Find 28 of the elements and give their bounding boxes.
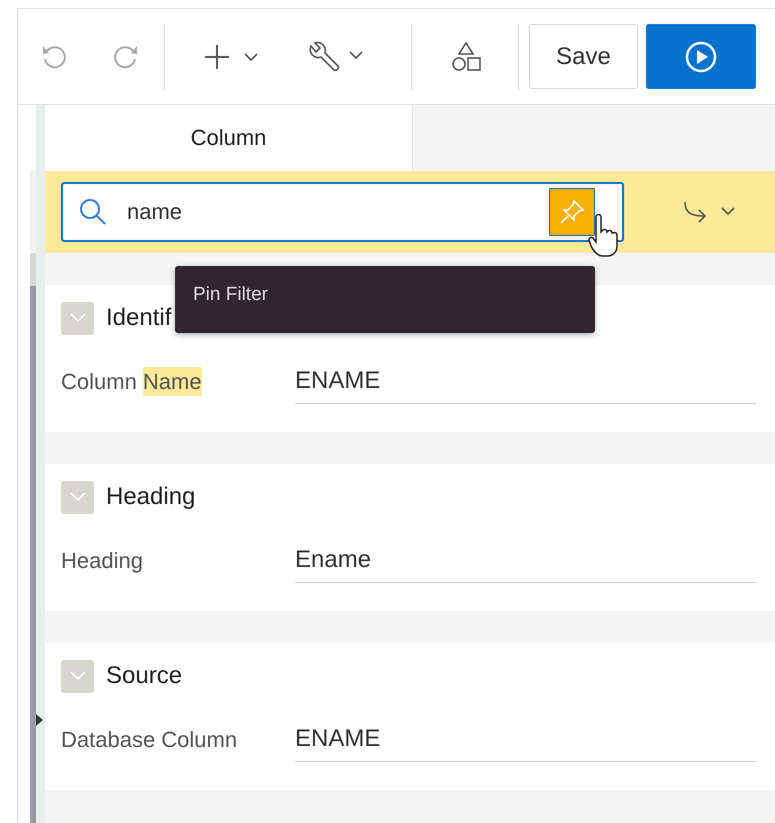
text-field[interactable]: Ename (295, 538, 756, 583)
collapse-toggle[interactable] (61, 660, 94, 692)
hand-cursor-icon (588, 214, 618, 258)
pin-button[interactable] (549, 188, 595, 236)
tooltip: Pin Filter (175, 266, 595, 333)
search-icon (79, 198, 107, 226)
pin-icon (558, 198, 586, 226)
shapes-icon[interactable] (450, 40, 482, 72)
field-label: Heading (61, 546, 144, 575)
run-button[interactable] (646, 24, 756, 89)
expand-arrow-icon[interactable] (36, 714, 43, 726)
collapse-toggle[interactable] (61, 480, 94, 514)
chevron-icon (70, 671, 86, 681)
field-label: Column Name (61, 366, 203, 398)
save-button[interactable]: Save (529, 24, 638, 89)
text-field[interactable]: ENAME (295, 359, 756, 404)
section-title: Identif (106, 304, 172, 332)
collapse-toggle[interactable] (61, 302, 94, 334)
search-input[interactable]: name (127, 195, 547, 229)
tab[interactable]: Column (45, 105, 413, 171)
text-field[interactable]: ENAME (295, 717, 756, 762)
section-title: Heading (106, 483, 196, 511)
field-label: Database Column (61, 726, 238, 754)
play-icon (684, 40, 718, 74)
chevron-icon (70, 492, 86, 502)
chevron-icon (70, 313, 86, 323)
section-title: Source (106, 662, 182, 690)
wrench-menu-icon[interactable] (307, 40, 365, 74)
